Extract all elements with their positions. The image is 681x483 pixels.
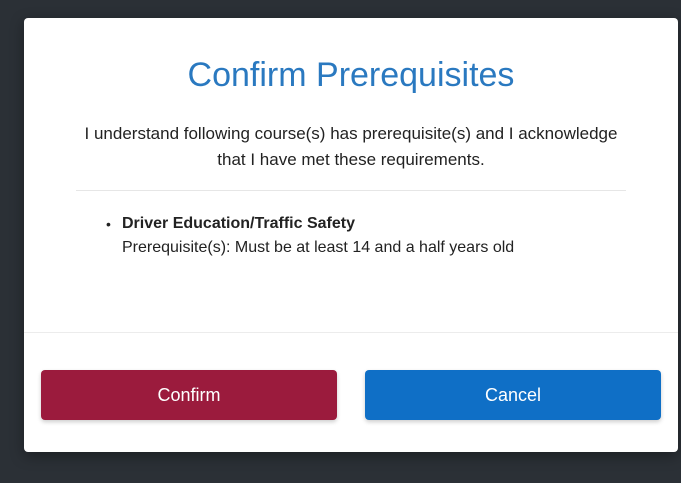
dialog-title: Confirm Prerequisites bbox=[187, 56, 515, 94]
course-name: Driver Education/Traffic Safety bbox=[122, 215, 355, 232]
divider bbox=[76, 190, 626, 191]
cancel-button[interactable]: Cancel bbox=[365, 370, 661, 420]
confirm-button[interactable]: Confirm bbox=[41, 370, 337, 420]
dialog-message: I understand following course(s) has pre… bbox=[84, 124, 618, 169]
list-item: • Driver Education/Traffic Safety Prereq… bbox=[106, 212, 646, 260]
course-prerequisite: Prerequisite(s): Must be at least 14 and… bbox=[122, 239, 515, 256]
divider bbox=[24, 332, 678, 333]
bullet-icon: • bbox=[106, 216, 111, 232]
course-list: • Driver Education/Traffic Safety Prereq… bbox=[106, 212, 646, 260]
confirm-prerequisites-dialog: Confirm Prerequisites I understand follo… bbox=[24, 18, 678, 452]
